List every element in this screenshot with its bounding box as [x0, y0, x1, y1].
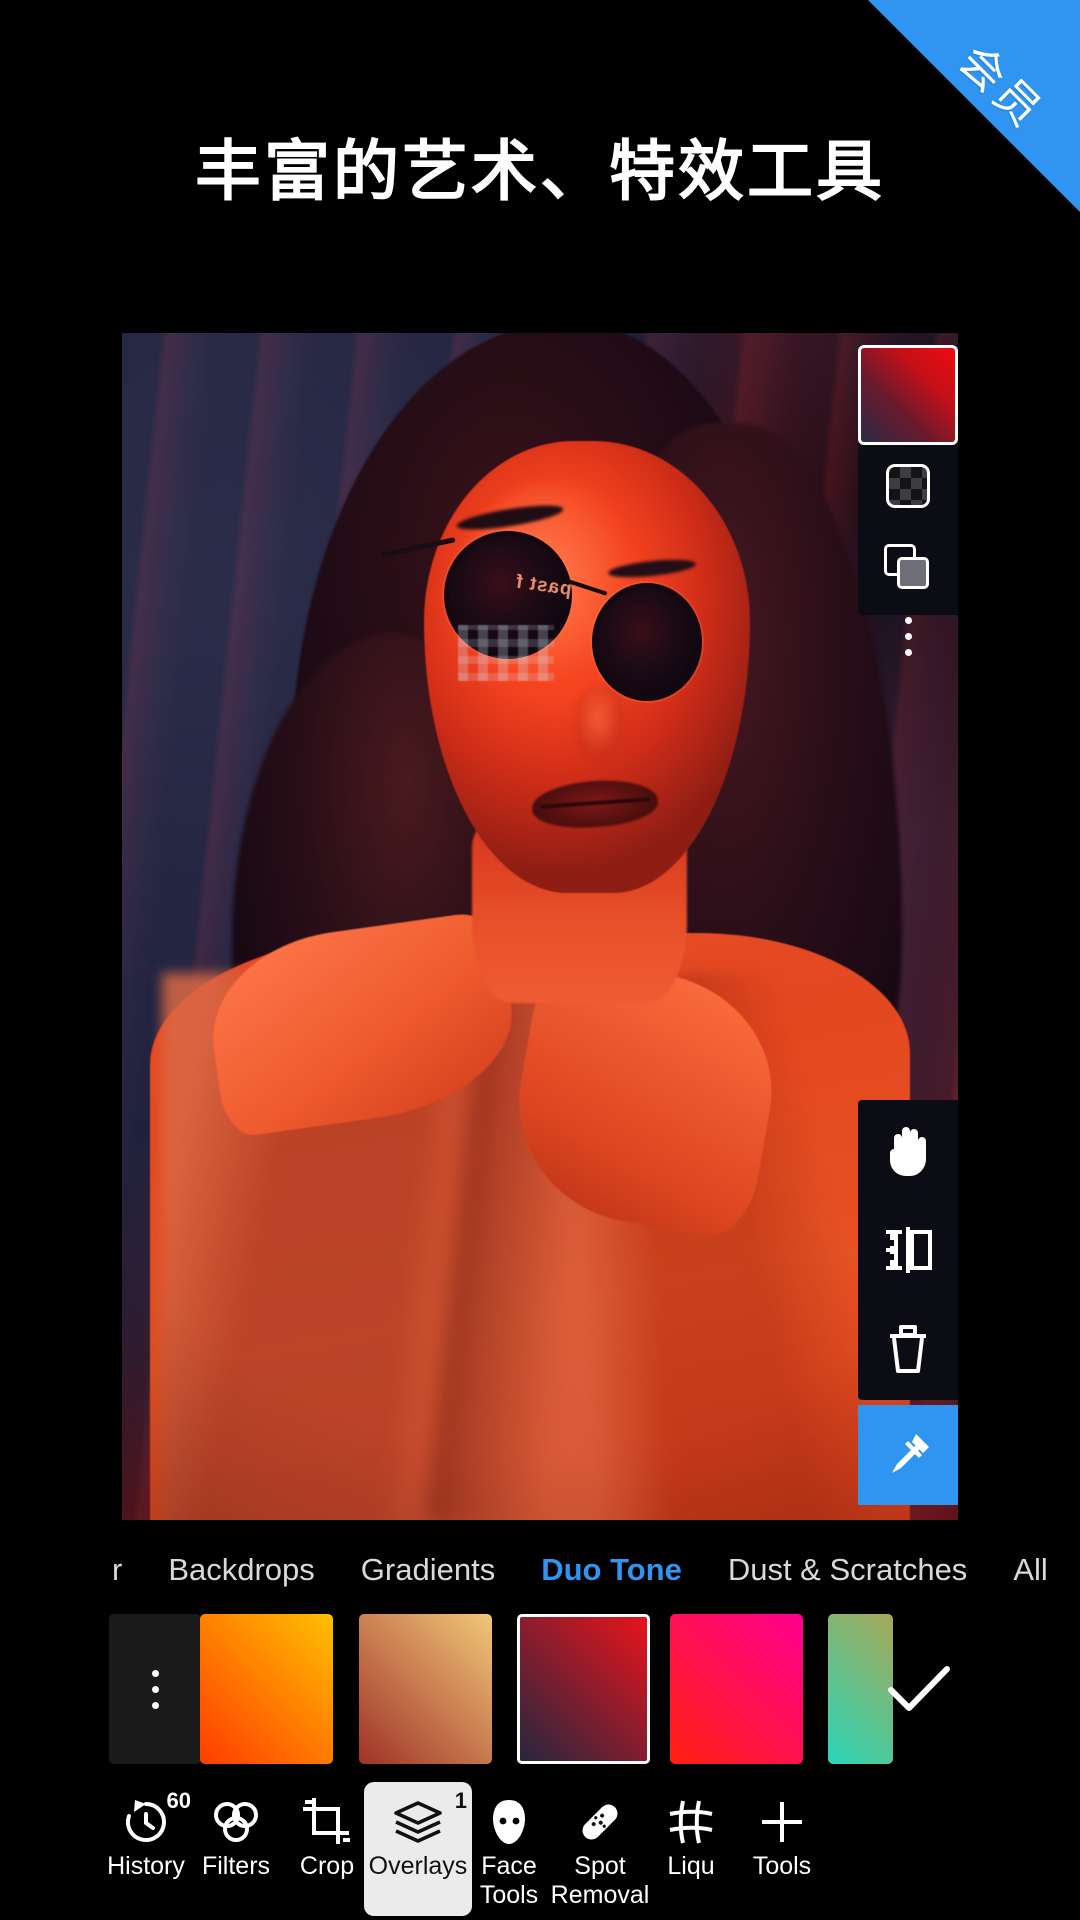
- tab-backdrops[interactable]: Backdrops: [168, 1552, 314, 1588]
- canvas-vignette: [122, 333, 958, 1520]
- filters-icon-wrap: [210, 1794, 262, 1850]
- tab-all[interactable]: All: [1013, 1552, 1047, 1588]
- swatch-magenta-red[interactable]: [670, 1614, 803, 1764]
- tab-gradients[interactable]: Gradients: [361, 1552, 495, 1588]
- toolbar-label-filters: Filters: [201, 1852, 271, 1880]
- pan-hand-tool-icon: [890, 1127, 926, 1176]
- crop-icon: [303, 1798, 350, 1844]
- toolbar-label-liquify: Liqu: [667, 1852, 715, 1880]
- mask-transparency-button[interactable]: [858, 445, 958, 527]
- blend-mode-button[interactable]: [858, 527, 958, 609]
- more-swatches-icon: [151, 1669, 159, 1709]
- blend-mode-icon: [884, 544, 932, 592]
- more-swatches-button[interactable]: [109, 1614, 201, 1764]
- image-canvas[interactable]: past f: [122, 333, 958, 1520]
- tab-truncated[interactable]: r: [112, 1552, 122, 1588]
- toolbar-label-spot-removal: Spot Removal: [550, 1852, 650, 1909]
- main-toolbar[interactable]: 60 History Filters Crop 1 Overlays Face …: [0, 1778, 1080, 1920]
- toolbar-label-overlays: Overlays: [368, 1852, 468, 1880]
- toolbar-label-history: History: [107, 1852, 185, 1880]
- overlay-tool-rail: [858, 1100, 958, 1400]
- swatch-tan[interactable]: [359, 1614, 492, 1764]
- spot-removal-icon: [582, 1804, 618, 1840]
- flip-mirror-button[interactable]: [858, 1200, 958, 1300]
- overlays-icon: [394, 1801, 442, 1843]
- delete-layer-button[interactable]: [858, 1300, 958, 1400]
- face-tools-icon-wrap: [487, 1794, 531, 1850]
- pan-hand-button[interactable]: [858, 1100, 958, 1200]
- page-title: 丰富的艺术、特效工具: [195, 134, 885, 208]
- flip-mirror-tool-icon: [886, 1227, 932, 1273]
- mask-transparency-icon: [886, 464, 930, 508]
- tab-duo-tone[interactable]: Duo Tone: [541, 1552, 682, 1588]
- checkmark-icon: [888, 1666, 950, 1711]
- tools-plus-icon: [762, 1802, 802, 1842]
- photo-editor-screen: 会员 丰富的艺术、特效工具 past f: [0, 0, 1080, 1920]
- toolbar-label-crop: Crop: [299, 1852, 355, 1880]
- layer-more-options-button[interactable]: [858, 601, 958, 671]
- history-icon: [125, 1800, 166, 1842]
- spot-removal-icon-wrap: [575, 1794, 625, 1850]
- more-options-icon: [904, 616, 912, 656]
- toolbar-label-face-tools: Face Tools: [479, 1852, 539, 1909]
- tab-dust-and-scratches[interactable]: Dust & Scratches: [728, 1552, 967, 1588]
- crop-icon-wrap: [303, 1794, 351, 1850]
- swatch-orange[interactable]: [200, 1614, 333, 1764]
- overlays-icon-wrap: 1: [391, 1788, 467, 1850]
- eyedropper-tool-icon: [892, 1434, 929, 1473]
- liquify-icon: [669, 1800, 713, 1844]
- duo-tone-swatch-strip[interactable]: [0, 1614, 1080, 1764]
- apply-overlay-button[interactable]: [880, 1650, 958, 1728]
- history-icon-wrap: 60: [121, 1788, 191, 1850]
- liquify-icon-wrap: [668, 1794, 714, 1850]
- layer-thumbnail-duo-tone[interactable]: [858, 345, 958, 445]
- delete-layer-tool-icon: [890, 1325, 926, 1373]
- toolbar-label-tools: Tools: [752, 1852, 812, 1880]
- overlay-category-tabs[interactable]: r Backdrops Gradients Duo Tone Dust & Sc…: [0, 1534, 1080, 1606]
- eyedropper-button[interactable]: [858, 1405, 958, 1505]
- face-tools-icon: [493, 1800, 525, 1844]
- filters-icon: [214, 1802, 258, 1842]
- toolbar-item-tools[interactable]: Tools: [728, 1782, 836, 1916]
- layer-panel: [858, 345, 958, 656]
- tools-icon-wrap: [759, 1794, 805, 1850]
- swatch-crimson-navy[interactable]: [517, 1614, 650, 1764]
